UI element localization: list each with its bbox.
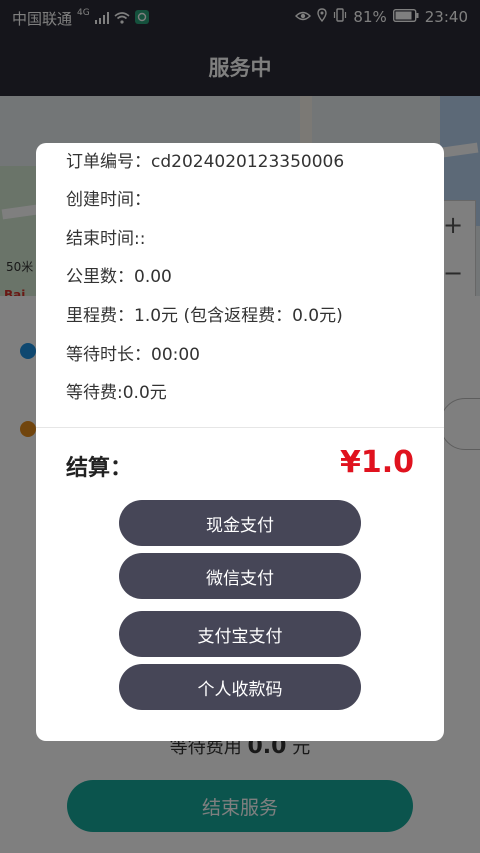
personal-qr-button[interactable]: 个人收款码	[119, 664, 361, 710]
wait-duration-row: 等待时长：00:00	[66, 345, 200, 365]
end-time-row: 结束时间::	[66, 229, 146, 249]
wechat-pay-button[interactable]: 微信支付	[119, 553, 361, 599]
order-number-row: 订单编号：cd2024020123350006	[66, 152, 345, 172]
settlement-label: 结算：	[66, 456, 133, 481]
settlement-amount: ¥1.0	[339, 445, 414, 480]
mileage-fee-row: 里程费：1.0元 (包含返程费：0.0元)	[66, 306, 343, 326]
wait-fee-row: 等待费:0.0元	[66, 383, 167, 403]
divider	[36, 427, 444, 428]
alipay-button[interactable]: 支付宝支付	[119, 611, 361, 657]
create-time-row: 创建时间：	[66, 190, 151, 210]
distance-row: 公里数：0.00	[66, 267, 172, 287]
payment-dialog: 订单编号：cd2024020123350006 创建时间： 结束时间:: 公里数…	[36, 143, 444, 741]
cash-pay-button[interactable]: 现金支付	[119, 500, 361, 546]
